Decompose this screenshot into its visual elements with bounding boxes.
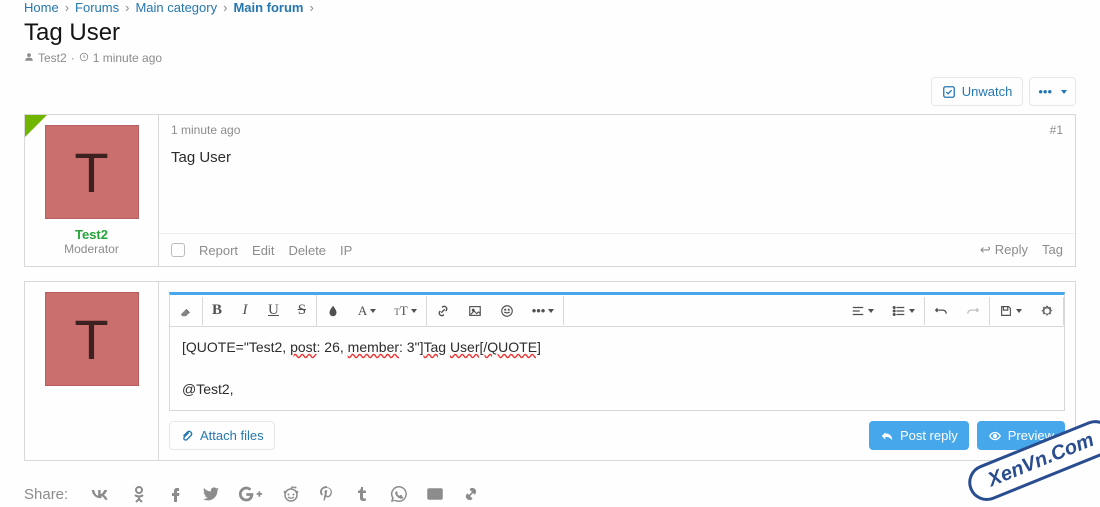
reply-icon: ↩ xyxy=(980,242,991,257)
crumb-main-forum[interactable]: Main forum xyxy=(233,0,303,15)
thread-author[interactable]: Test2 xyxy=(38,51,67,65)
image-button[interactable] xyxy=(459,296,491,325)
link-button[interactable] xyxy=(427,296,459,325)
undo-icon xyxy=(934,304,948,318)
redo-icon xyxy=(966,304,980,318)
delete-link[interactable]: Delete xyxy=(288,243,326,258)
paperclip-icon xyxy=(180,429,194,443)
crumb-sep-icon: › xyxy=(223,0,227,15)
editor-user-column: T xyxy=(25,282,159,460)
settings-button[interactable] xyxy=(1031,297,1063,325)
select-checkbox[interactable] xyxy=(171,243,185,257)
undo-button[interactable] xyxy=(925,297,957,325)
facebook-icon[interactable] xyxy=(166,485,184,503)
post-body: Tag User xyxy=(159,143,1075,233)
redo-button[interactable] xyxy=(957,297,989,325)
crumb-sep-icon: › xyxy=(310,0,314,15)
editor-content[interactable]: [QUOTE="Test2, post: 26, member: 3"]Tag … xyxy=(169,327,1065,411)
strike-button[interactable]: S xyxy=(288,295,316,326)
twitter-icon[interactable] xyxy=(202,485,220,503)
font-size-button[interactable]: TT xyxy=(385,296,425,326)
tag-link[interactable]: Tag xyxy=(1042,242,1063,258)
post-number[interactable]: #1 xyxy=(1050,123,1063,137)
image-icon xyxy=(468,304,482,318)
save-icon xyxy=(999,304,1013,318)
thread-title: Tag User xyxy=(24,19,1076,47)
report-link[interactable]: Report xyxy=(199,243,238,258)
gear-icon xyxy=(1040,304,1054,318)
thread-time[interactable]: 1 minute ago xyxy=(93,51,162,65)
unwatch-button[interactable]: Unwatch xyxy=(931,77,1024,106)
font-family-button[interactable]: A xyxy=(349,296,385,326)
avatar[interactable]: T xyxy=(45,125,139,219)
post-time[interactable]: 1 minute ago xyxy=(171,123,240,137)
crumb-sep-icon: › xyxy=(125,0,129,15)
crumb-home[interactable]: Home xyxy=(24,0,59,15)
italic-button[interactable]: I xyxy=(231,295,259,326)
thread-meta: Test2 · 1 minute ago xyxy=(24,51,1076,65)
list-icon xyxy=(892,304,906,318)
smile-icon xyxy=(500,304,514,318)
vk-icon[interactable] xyxy=(86,485,112,503)
reply-link[interactable]: ↩Reply xyxy=(980,242,1028,258)
ellipsis-icon: ••• xyxy=(532,303,546,318)
share-label: Share: xyxy=(24,486,68,503)
drop-icon xyxy=(326,304,340,318)
align-left-icon xyxy=(851,304,865,318)
smilie-button[interactable] xyxy=(491,296,523,325)
more-button[interactable]: ••• xyxy=(1029,77,1076,106)
crumb-main-category[interactable]: Main category xyxy=(135,0,217,15)
eye-icon xyxy=(988,429,1002,443)
reply-editor: T B I U S A TT ••• xyxy=(24,281,1076,461)
ellipsis-icon: ••• xyxy=(1038,84,1052,99)
bold-button[interactable]: B xyxy=(203,295,231,326)
post-usertitle: Moderator xyxy=(35,242,148,256)
crumb-forums[interactable]: Forums xyxy=(75,0,119,15)
editor-toolbar: B I U S A TT ••• xyxy=(169,292,1065,327)
text-color-button[interactable] xyxy=(317,296,349,326)
tumblr-icon[interactable] xyxy=(354,485,372,503)
insert-more-button[interactable]: ••• xyxy=(523,296,564,325)
list-button[interactable] xyxy=(883,297,924,325)
check-square-icon xyxy=(942,85,956,99)
post-username[interactable]: Test2 xyxy=(35,227,148,242)
reddit-icon[interactable] xyxy=(282,485,300,503)
align-button[interactable] xyxy=(842,297,883,325)
crumb-sep-icon: › xyxy=(65,0,69,15)
post: T Test2 Moderator 1 minute ago #1 Tag Us… xyxy=(24,114,1076,267)
ip-link[interactable]: IP xyxy=(340,243,352,258)
preview-button[interactable]: Preview xyxy=(977,421,1065,450)
link-icon[interactable] xyxy=(462,485,480,503)
email-icon[interactable] xyxy=(426,485,444,503)
user-icon xyxy=(24,52,34,65)
reply-icon xyxy=(880,429,894,443)
drafts-button[interactable] xyxy=(990,297,1031,325)
link-icon xyxy=(436,304,450,318)
staff-corner-icon xyxy=(25,115,47,137)
whatsapp-icon[interactable] xyxy=(390,485,408,503)
post-user-column: T Test2 Moderator xyxy=(25,115,159,266)
google-plus-icon[interactable] xyxy=(238,485,264,503)
remove-format-button[interactable] xyxy=(170,297,202,325)
attach-files-button[interactable]: Attach files xyxy=(169,421,275,450)
breadcrumb: Home › Forums › Main category › Main for… xyxy=(24,0,1076,17)
edit-link[interactable]: Edit xyxy=(252,243,274,258)
post-reply-button[interactable]: Post reply xyxy=(869,421,969,450)
share-bar: Share: xyxy=(24,475,1076,507)
underline-button[interactable]: U xyxy=(259,295,288,326)
odnoklassniki-icon[interactable] xyxy=(130,485,148,503)
eraser-icon xyxy=(179,304,193,318)
avatar[interactable]: T xyxy=(45,292,139,386)
clock-icon xyxy=(79,52,89,65)
pinterest-icon[interactable] xyxy=(318,485,336,503)
